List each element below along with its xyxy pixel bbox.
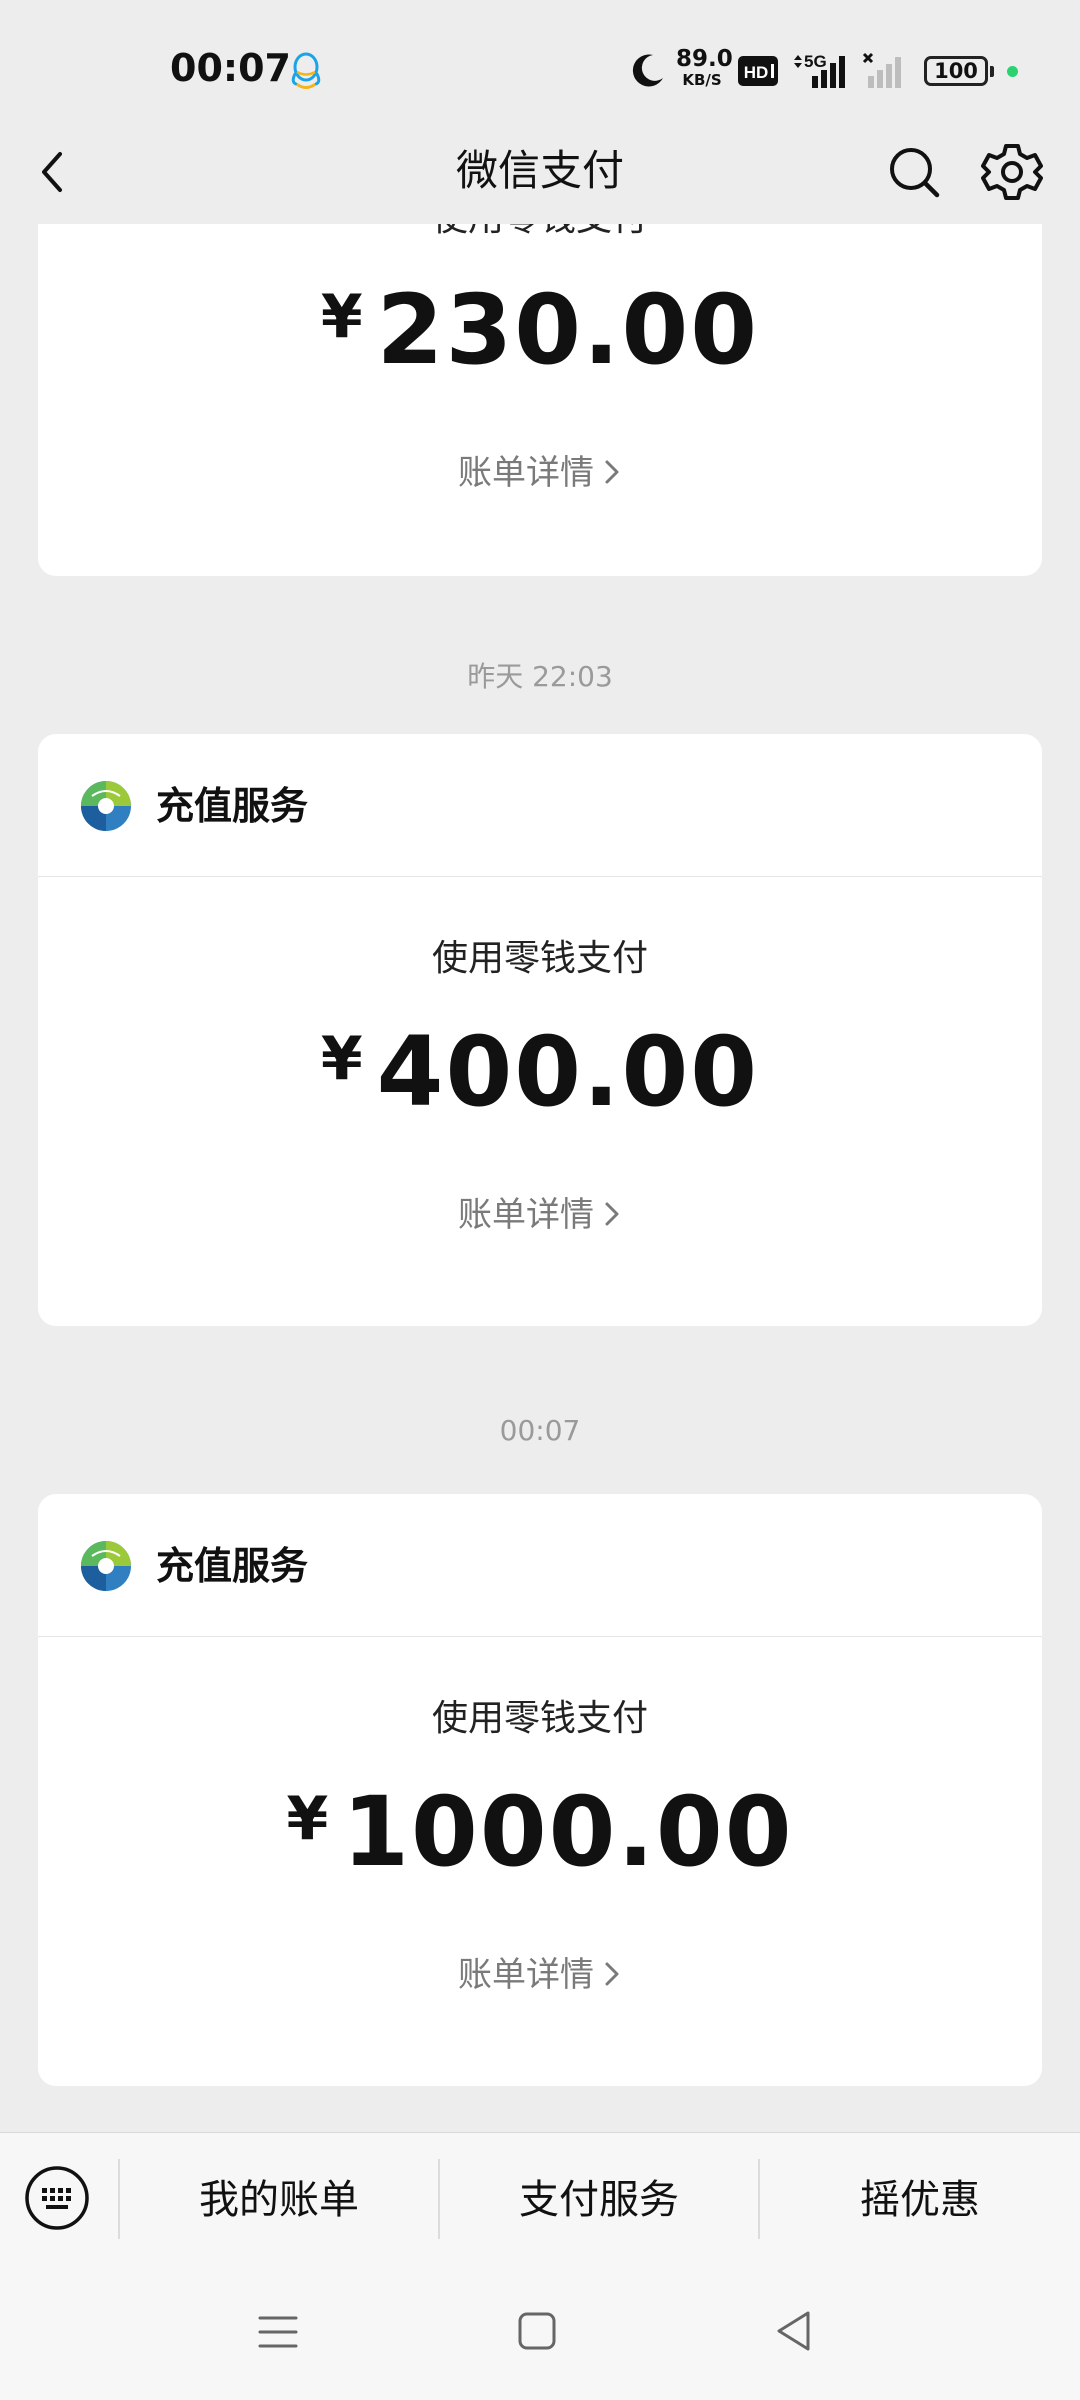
qq-icon: [291, 52, 321, 89]
message-list[interactable]: 使用零钱支付 ¥230.00 账单详情 昨天 22:03 充值服务: [0, 224, 1080, 2132]
currency-symbol: ¥: [320, 1024, 363, 1094]
signal-no-sim-icon: [862, 52, 901, 88]
pay-method: 使用零钱支付: [431, 938, 648, 979]
chevron-right-icon: [605, 460, 619, 483]
bill-detail-label: 账单详情: [458, 453, 594, 493]
status-time: 00:07: [170, 46, 291, 90]
payment-card[interactable]: 充值服务 使用零钱支付 ¥1000.00 账单详情: [38, 1494, 1042, 2086]
search-icon[interactable]: [884, 142, 944, 202]
signal-5g-icon: 5G: [794, 52, 845, 88]
network-speed-unit: KB/S: [682, 71, 722, 89]
card-header[interactable]: 充值服务: [38, 734, 1042, 877]
battery-cap: [990, 66, 994, 77]
gear-icon[interactable]: [980, 140, 1044, 204]
pay-method: 使用零钱支付: [431, 1698, 648, 1739]
nav-bar: 微信支付: [0, 120, 1080, 224]
hd-icon: HD: [738, 56, 778, 86]
card-header[interactable]: 充值服务: [38, 1494, 1042, 1637]
merchant-name: 充值服务: [156, 1544, 309, 1588]
merchant-logo-icon: [81, 781, 131, 831]
battery-icon: 100: [924, 56, 988, 86]
amount-value: 400.00: [376, 1016, 760, 1128]
payment-amount: ¥400.00: [38, 1016, 1042, 1128]
amount-value: 1000.00: [342, 1776, 794, 1888]
signal-5g-label: 5G: [804, 52, 827, 71]
bill-detail-label: 账单详情: [458, 1955, 594, 1995]
bottom-menu: 我的账单 支付服务 摇优惠: [0, 2132, 1080, 2267]
screen: 00:07 89.0 KB/S HD 5G 100 微信支付 ¥ 230.00 …: [0, 0, 1080, 2400]
chevron-right-icon: [605, 1962, 619, 1985]
network-speed-value: 89.0: [676, 46, 733, 72]
hd-label: HD: [744, 63, 769, 82]
moon-icon: [632, 54, 663, 87]
system-navigation-bar: [0, 2266, 1080, 2400]
bill-detail-link[interactable]: 账单详情: [38, 1190, 1042, 1240]
menu-my-bills[interactable]: 我的账单: [120, 2133, 438, 2267]
currency-symbol: ¥: [286, 1784, 329, 1854]
bill-detail-link[interactable]: 账单详情: [38, 448, 1042, 498]
bill-detail-link[interactable]: 账单详情: [38, 1950, 1042, 2000]
menu-shake-offers[interactable]: 摇优惠: [760, 2133, 1080, 2267]
payment-card[interactable]: 充值服务 使用零钱支付 ¥400.00 账单详情: [38, 734, 1042, 1326]
message-timestamp: 00:07: [499, 1414, 581, 1447]
menu-payment-services[interactable]: 支付服务: [440, 2133, 758, 2267]
bill-detail-label: 账单详情: [458, 1195, 594, 1235]
currency-symbol: ¥: [320, 282, 363, 352]
amount-value: 230.00: [376, 274, 760, 386]
home-icon[interactable]: [516, 2310, 558, 2352]
merchant-name: 充值服务: [156, 784, 309, 828]
payment-amount: ¥1000.00: [38, 1776, 1042, 1888]
chevron-right-icon: [605, 1202, 619, 1225]
system-back-icon[interactable]: [774, 2308, 814, 2354]
recent-apps-icon[interactable]: [256, 2310, 300, 2354]
privacy-indicator-dot: [1007, 66, 1018, 77]
network-speed: 89.0 KB/S: [676, 46, 733, 89]
merchant-logo-icon: [81, 1541, 131, 1591]
pay-method: 使用零钱支付: [38, 224, 1042, 244]
payment-card[interactable]: 使用零钱支付 ¥230.00 账单详情: [38, 224, 1042, 576]
payment-amount: ¥230.00: [38, 274, 1042, 386]
status-bar: 00:07 89.0 KB/S HD 5G 100: [0, 0, 1080, 120]
message-timestamp: 昨天 22:03: [467, 660, 613, 693]
keyboard-toggle-icon[interactable]: [24, 2165, 90, 2231]
